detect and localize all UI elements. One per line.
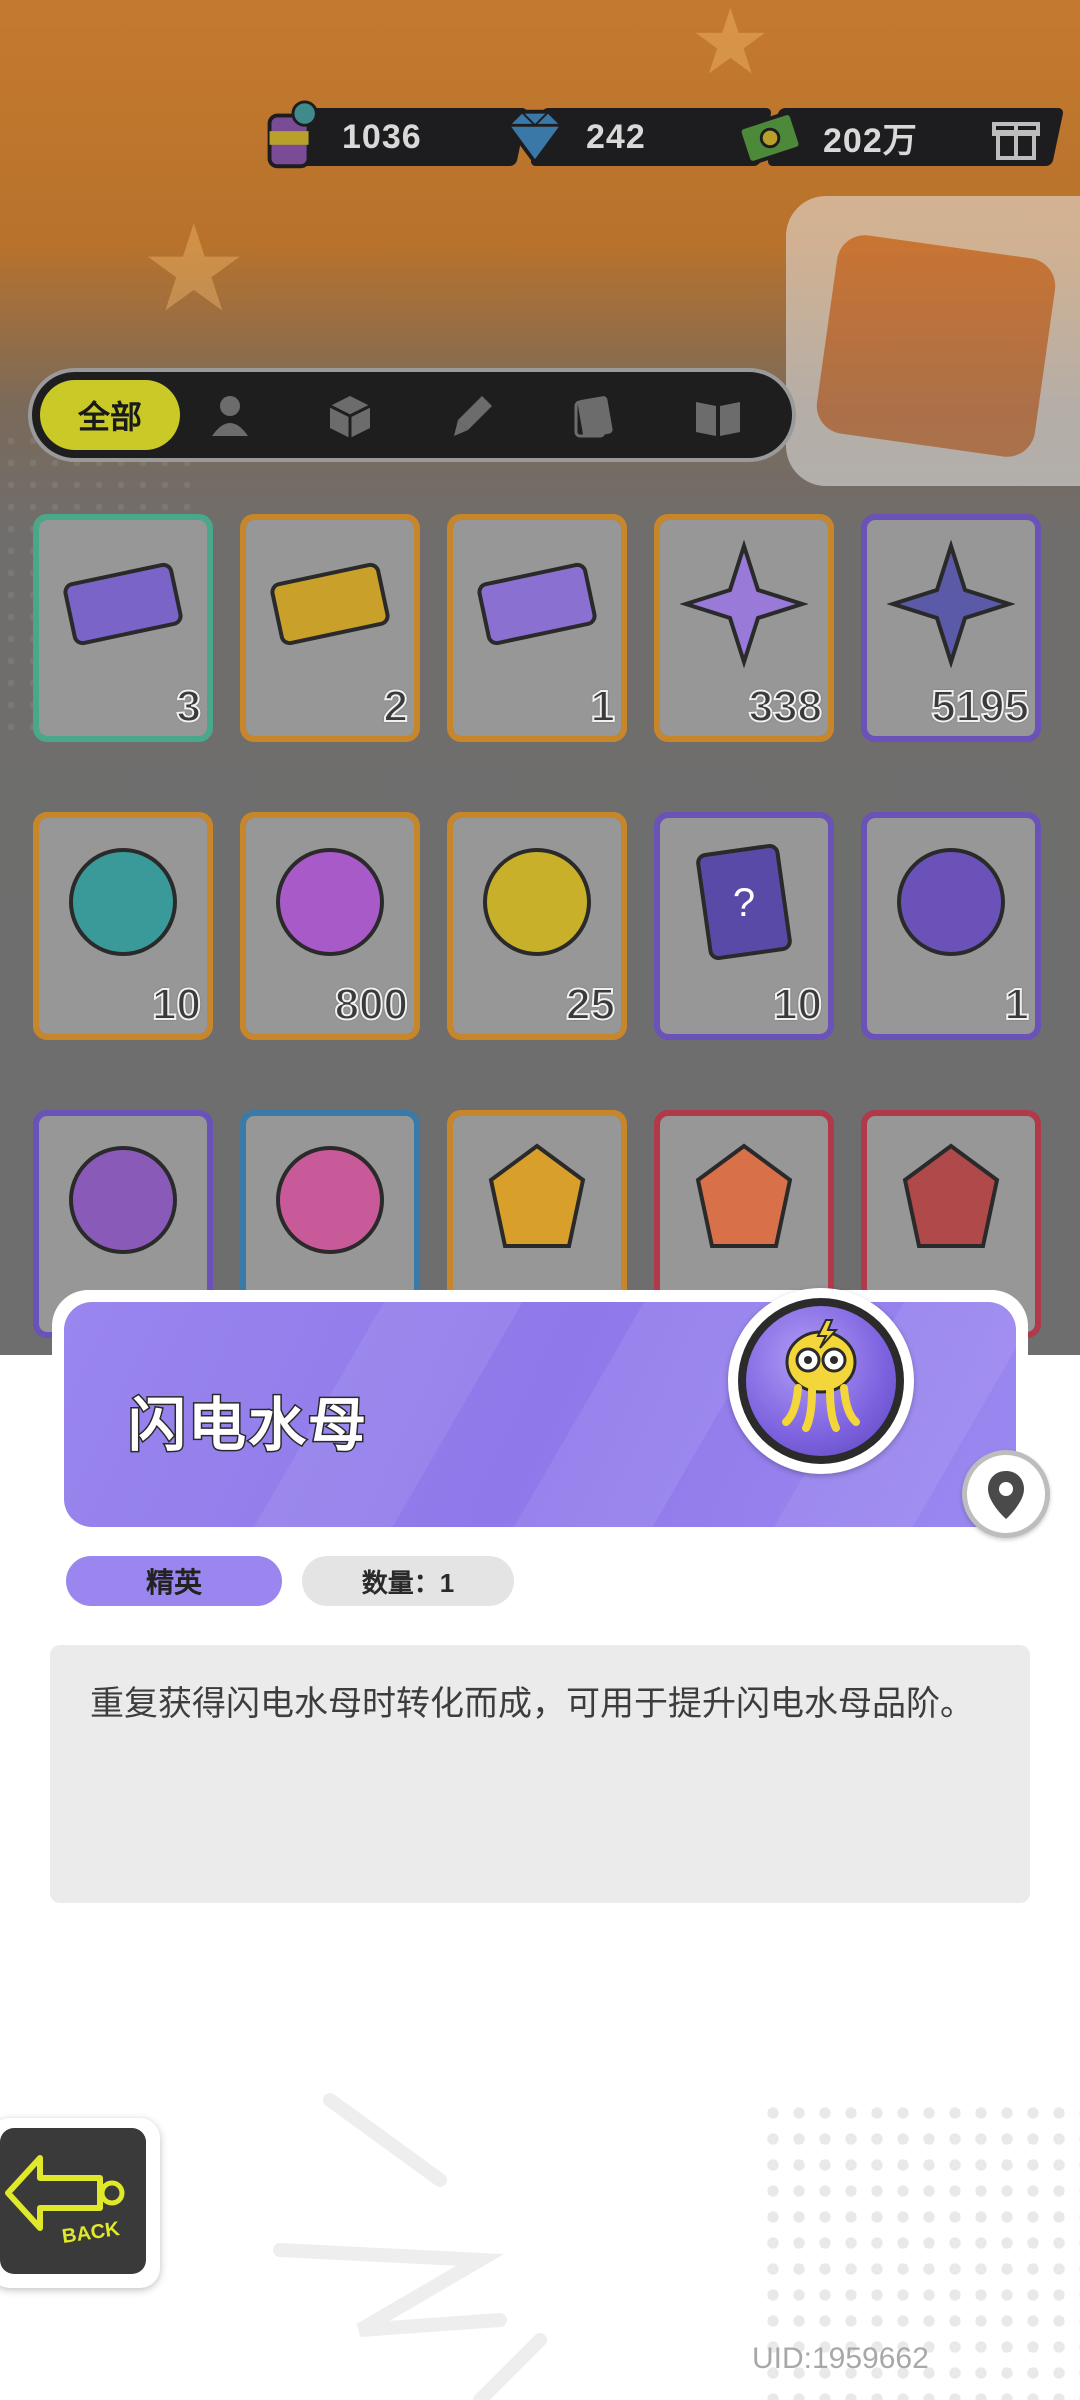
book-icon[interactable] [692,390,744,442]
paint-can-amount: 1036 [342,117,422,156]
item-card[interactable]: ? 10 [654,812,834,1040]
diamond-amount: 242 [586,117,646,156]
person-icon[interactable] [204,390,256,442]
item-card[interactable]: 1 [861,812,1041,1040]
paint-can-currency[interactable]: 1036 [252,100,529,169]
item-card[interactable]: 338 [654,514,834,742]
rarity-badge: 精英 [66,1556,282,1606]
jellyfish-medal-icon [728,1288,914,1474]
jellyfish-medal-icon [897,848,1005,956]
item-count: 25 [565,979,616,1030]
gift-icon [992,122,1040,160]
diamond-icon [505,109,565,166]
description-box: 重复获得闪电水母时转化而成，可用于提升闪电水母品阶。 [50,1645,1030,1903]
item-card[interactable]: 3 [33,514,213,742]
star-decoration: ★ [140,202,248,336]
user-id: UID:1959662 [752,2342,929,2375]
slime-ball-icon [276,848,384,956]
location-pin-icon [988,1471,1024,1519]
quantity-badge: 数量：1 [302,1556,514,1606]
item-title: 闪电水母 [126,1392,369,1460]
item-count: 5195 [930,681,1030,732]
lightning-decoration [273,2093,547,2400]
violet-ticket-icon [477,562,597,646]
block-cube-icon [69,848,177,956]
item-count: 338 [748,681,823,732]
svg-text:?: ? [733,881,755,925]
brush-icon[interactable] [446,390,498,442]
item-card[interactable]: 2 [240,514,420,742]
gold-gem-icon [488,1143,586,1248]
mystery-card-icon: ? [696,843,792,961]
category-tabs: 全部 [28,368,796,462]
tab-all[interactable]: 全部 [40,380,180,450]
item-count: 1 [1003,979,1030,1030]
item-card[interactable]: 800 [240,812,420,1040]
mystery-badge-icon [483,848,591,956]
item-card[interactable]: 5195 [861,514,1041,742]
item-card[interactable]: 1 [447,514,627,742]
spray-can-icon [69,1146,177,1254]
card-icon[interactable] [568,390,620,442]
item-count: 2 [382,681,409,732]
diamond-currency[interactable]: 242 [496,108,773,166]
paint-can-icon [267,100,318,169]
red-gem-icon [695,1143,793,1248]
cash-icon [737,111,803,165]
location-button[interactable] [962,1450,1050,1538]
item-description: 重复获得闪电水母时转化而成，可用于提升闪电水母品阶。 [90,1685,974,1723]
suitcase-icon [813,231,1059,461]
item-card[interactable]: 25 [447,812,627,1040]
cash-currency[interactable]: 202万 [733,108,1010,166]
purple-ticket-icon [63,562,183,646]
world-case-button[interactable] [786,196,1080,486]
ruby-gem-icon [902,1143,1000,1248]
cash-amount: 202万 [823,121,918,160]
item-count: 3 [175,681,202,732]
item-count: 10 [772,979,823,1030]
item-count: 800 [334,979,409,1030]
blue-star-icon [887,540,1015,668]
gold-ticket-icon [270,562,390,646]
item-count: 1 [589,681,616,732]
back-button[interactable]: BACK [0,2118,160,2288]
star-decoration: ★ [690,0,771,93]
paint-tube-icon [276,1146,384,1254]
item-card[interactable]: 10 [33,812,213,1040]
box-icon[interactable] [324,390,376,442]
item-count: 10 [151,979,202,1030]
rainbow-star-icon [680,540,808,668]
